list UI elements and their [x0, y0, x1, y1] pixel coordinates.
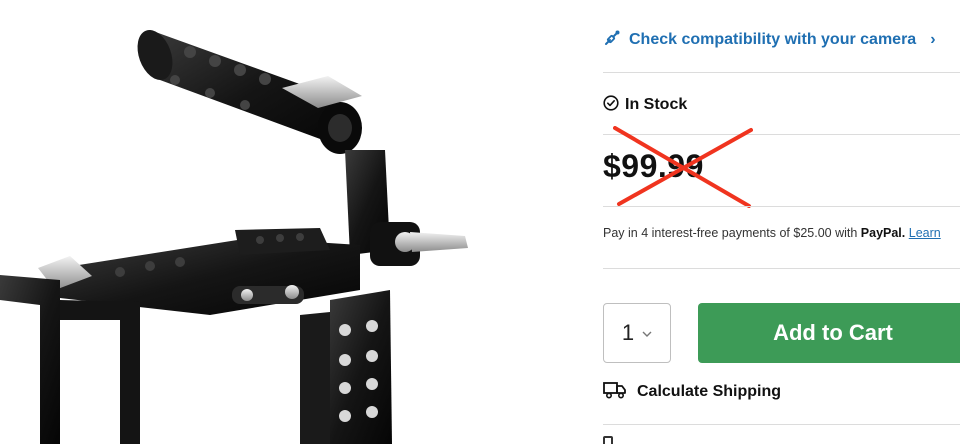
purchase-panel: Check compatibility with your camera › I…: [603, 0, 960, 444]
camera-cage-illustration: [0, 29, 468, 444]
stock-status: In Stock: [603, 94, 687, 116]
divider: [603, 206, 960, 207]
product-page: Check compatibility with your camera › I…: [0, 0, 960, 444]
chevron-right-icon: ›: [930, 31, 936, 48]
product-image[interactable]: [0, 0, 560, 444]
compatibility-label: Check compatibility with your camera: [629, 31, 917, 48]
quantity-value: 1: [621, 320, 635, 345]
add-to-cart-button[interactable]: Add to Cart: [698, 303, 960, 363]
paypal-installments: Pay in 4 interest-free payments of $25.0…: [603, 226, 941, 242]
divider: [603, 72, 960, 73]
paypal-text: Pay in 4 interest-free payments of $25.0…: [603, 226, 861, 240]
divider: [603, 134, 960, 135]
check-circle-icon: [603, 94, 619, 116]
quantity-select[interactable]: 1: [603, 303, 671, 363]
truck-icon: [603, 381, 627, 404]
paypal-learn-more-link[interactable]: Learn: [909, 226, 941, 240]
partial-icon: [603, 436, 613, 444]
stock-label: In Stock: [625, 96, 688, 113]
product-price: $99.99: [603, 148, 704, 184]
paypal-brand: PayPal.: [860, 226, 906, 240]
shipping-label: Calculate Shipping: [637, 383, 782, 400]
calculate-shipping-link[interactable]: Calculate Shipping: [603, 380, 781, 404]
chevron-down-icon: [642, 326, 652, 340]
check-compatibility-link[interactable]: Check compatibility with your camera ›: [603, 28, 936, 52]
divider: [603, 268, 960, 269]
divider: [603, 424, 960, 425]
link-icon: [603, 29, 621, 52]
